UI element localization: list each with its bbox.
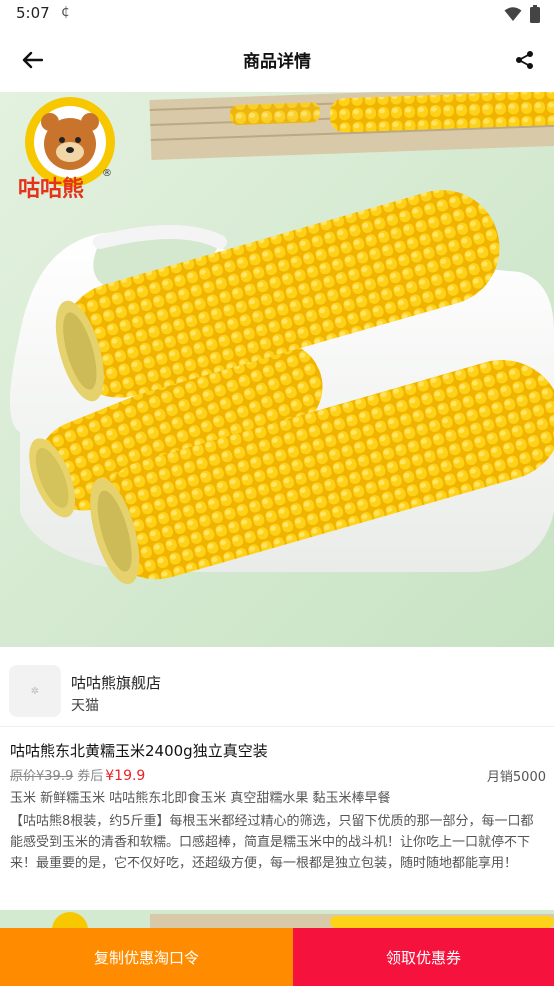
page-title: 商品详情 xyxy=(243,52,311,72)
detail-image-peek xyxy=(0,910,554,928)
shop-info[interactable]: ✲ 咕咕熊旗舰店 天猫 xyxy=(0,647,554,727)
product-description: 【咕咕熊8根装，约5斤重】每根玉米都经过精心的筛选，只留下优质的那一部分，每一口… xyxy=(10,814,534,871)
wifi-icon xyxy=(504,7,522,21)
copy-taobao-code-button[interactable]: 复制优惠淘口令 xyxy=(0,928,293,986)
shop-platform: 天猫 xyxy=(71,698,99,714)
brand-logo-mark: ® xyxy=(102,168,112,179)
corn-illustration: 咕咕熊 ® xyxy=(0,92,554,647)
top-nav: 商品详情 xyxy=(0,30,554,90)
original-price: ¥39.9 xyxy=(36,769,74,784)
shop-logo: ✲ xyxy=(9,665,61,717)
price-row: 原价¥39.9 券后 ¥19.9 月销5000 xyxy=(10,765,546,785)
share-icon xyxy=(516,51,533,69)
shop-name: 咕咕熊旗舰店 xyxy=(71,674,162,692)
status-time: 5:07 xyxy=(16,4,50,22)
battery-icon xyxy=(530,5,540,23)
monthly-sales: 月销5000 xyxy=(486,770,546,785)
share-button[interactable] xyxy=(510,45,540,75)
detail-image-preview xyxy=(0,910,554,928)
coupon-price: ¥19.9 xyxy=(105,768,146,784)
get-coupon-button[interactable]: 领取优惠券 xyxy=(293,928,554,986)
product-image[interactable]: 咕咕熊 ® xyxy=(0,92,554,647)
original-label: 原价 xyxy=(10,769,37,784)
product-tags: 玉米 新鲜糯玉米 咕咕熊东北即食玉米 真空甜糯水果 黏玉米棒早餐 xyxy=(10,791,391,806)
image-placeholder-icon: ✲ xyxy=(30,685,40,697)
brand-logo-text: 咕咕熊 xyxy=(18,176,84,202)
status-bar: 5:07 ¢ xyxy=(0,0,554,30)
after-coupon-label: 券后 xyxy=(77,769,104,784)
status-right-icons xyxy=(504,5,540,23)
original-price-block: 原价¥39.9 xyxy=(10,769,73,784)
bottom-action-bar: 复制优惠淘口令 领取优惠券 xyxy=(0,928,554,986)
sync-icon: ¢ xyxy=(61,4,70,20)
product-title: 咕咕熊东北黄糯玉米2400g独立真空装 xyxy=(10,742,268,760)
